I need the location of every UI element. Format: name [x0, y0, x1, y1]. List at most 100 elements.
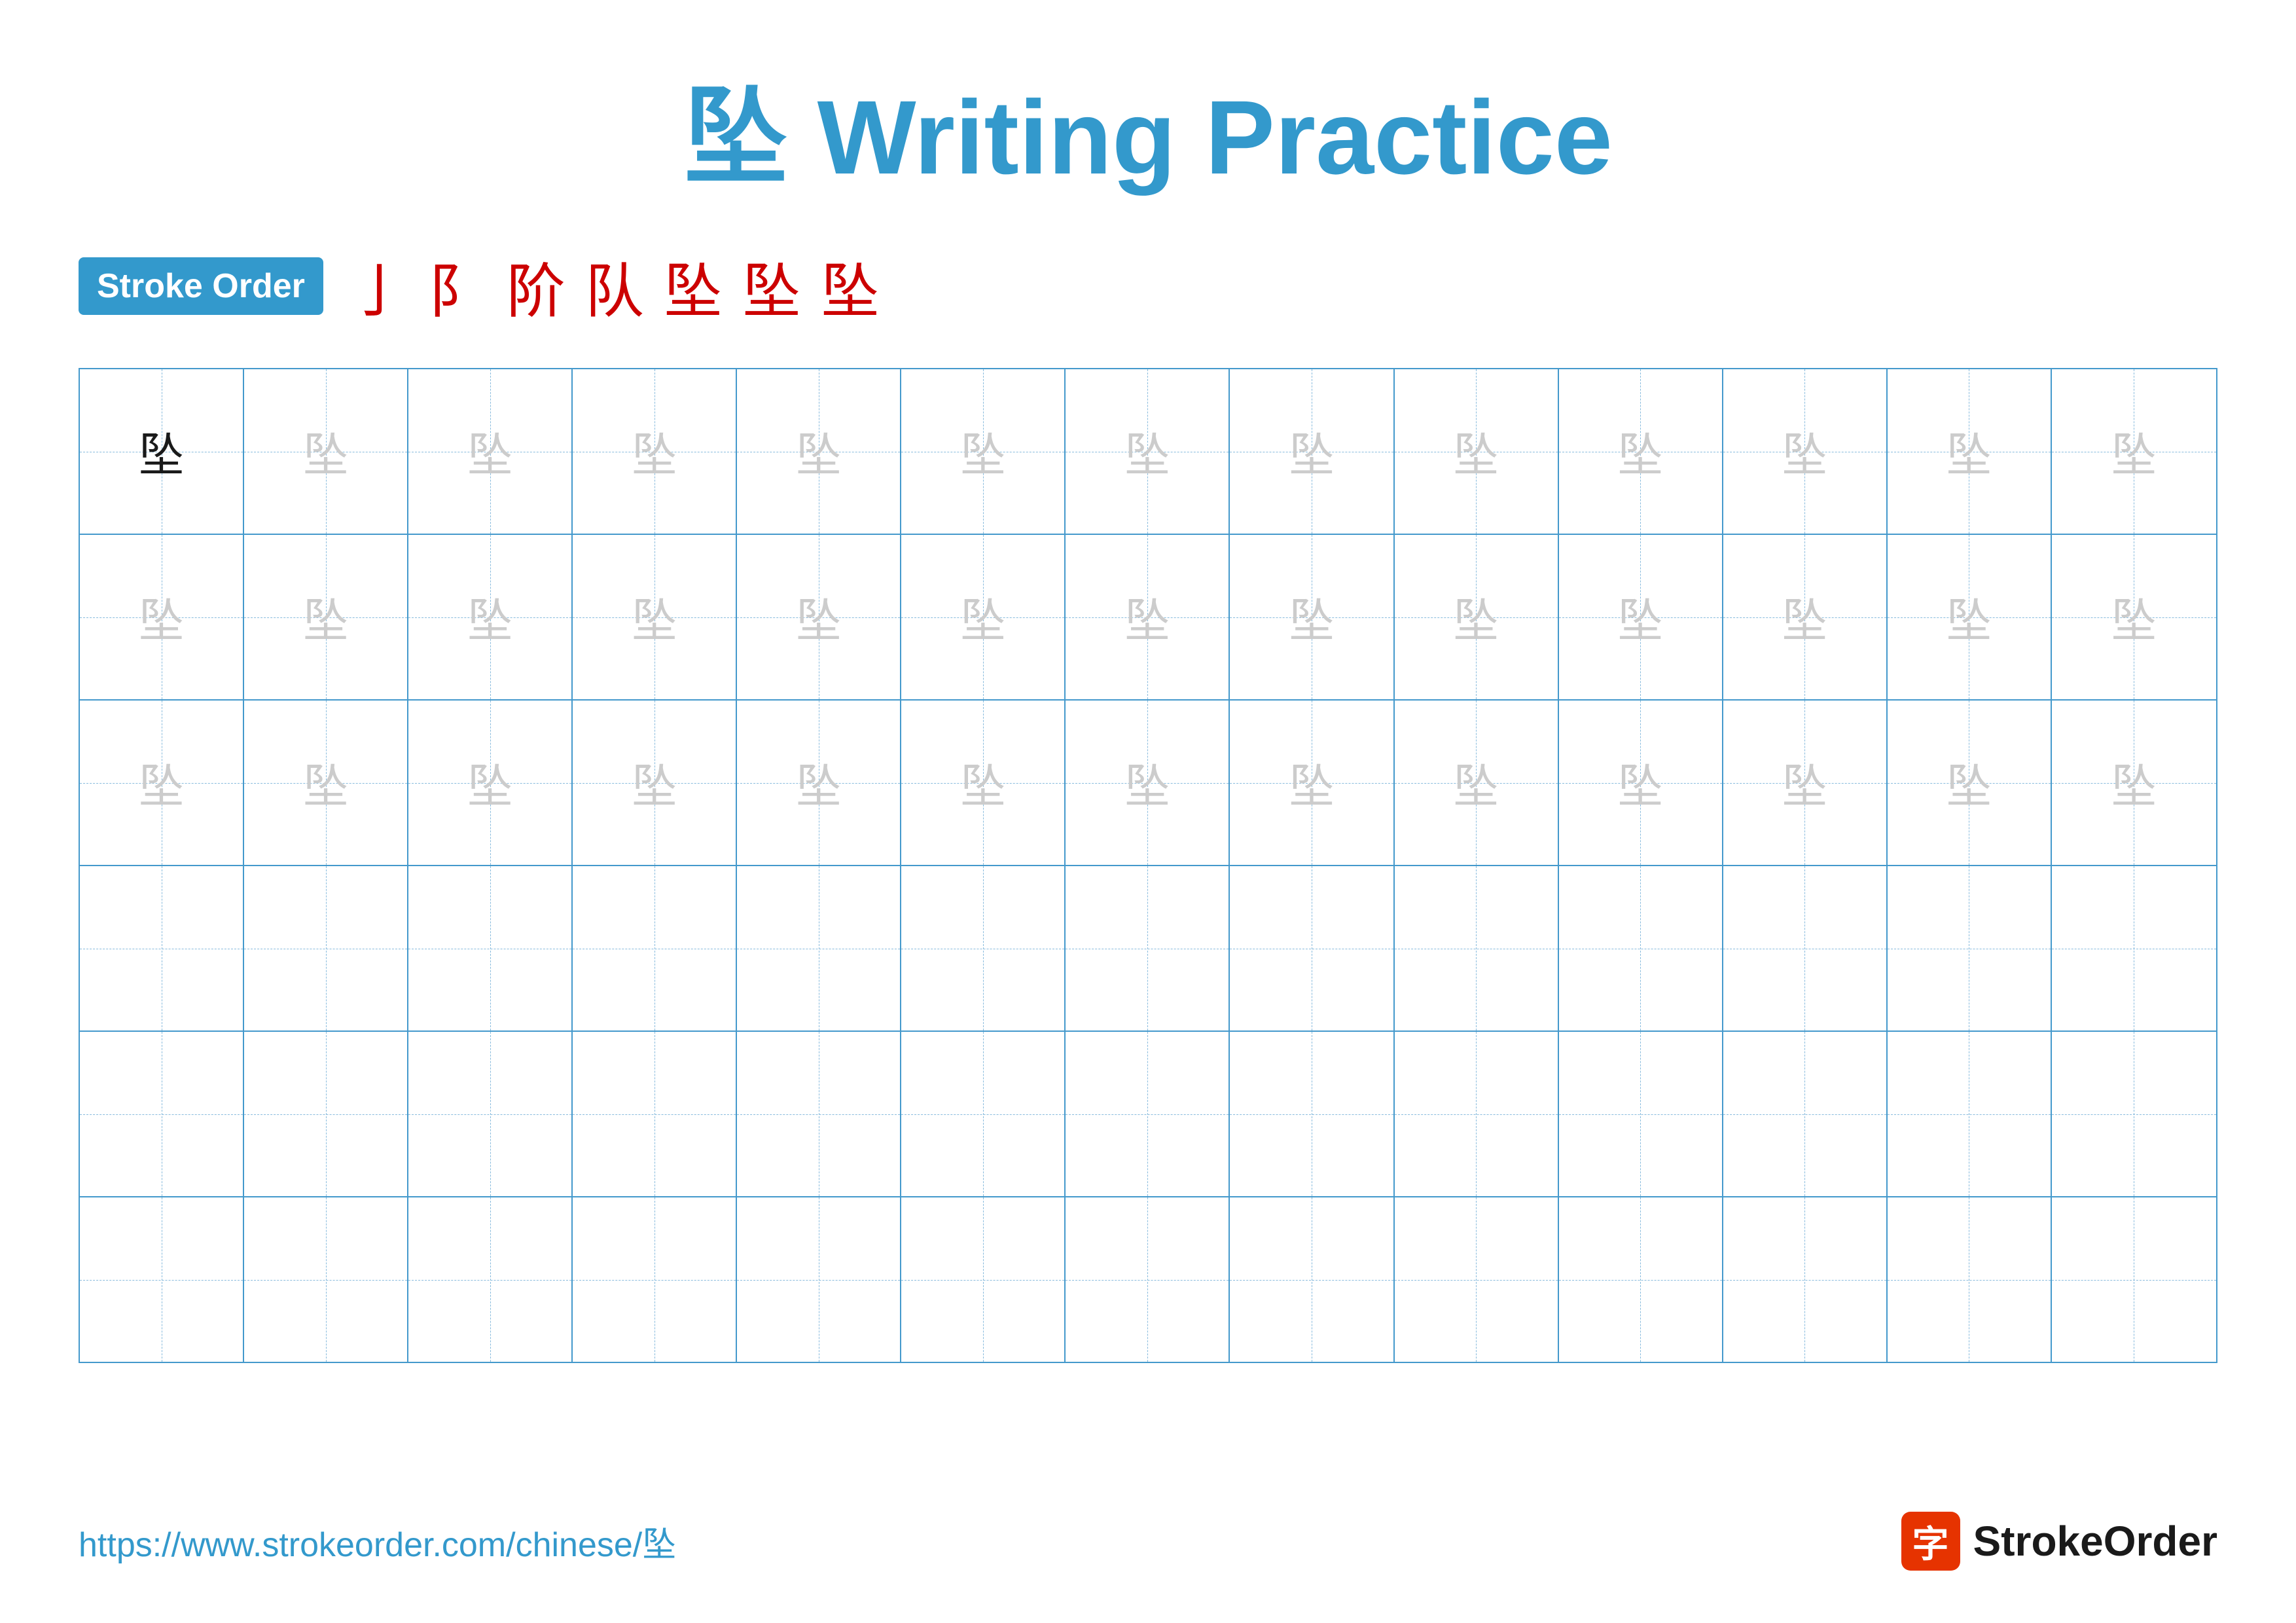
grid-cell-2-9[interactable]: 坠: [1395, 535, 1559, 699]
grid-cell-6-4[interactable]: [573, 1197, 737, 1362]
grid-cell-5-10[interactable]: [1559, 1032, 1723, 1196]
cell-char: 坠: [632, 418, 677, 484]
grid-cell-4-11[interactable]: [1723, 866, 1888, 1030]
grid-cell-2-3[interactable]: 坠: [408, 535, 573, 699]
grid-cell-1-2[interactable]: 坠: [244, 369, 408, 534]
grid-cell-1-13[interactable]: 坠: [2052, 369, 2216, 534]
grid-cell-3-11[interactable]: 坠: [1723, 701, 1888, 865]
grid-cell-6-10[interactable]: [1559, 1197, 1723, 1362]
grid-cell-2-2[interactable]: 坠: [244, 535, 408, 699]
grid-cell-5-11[interactable]: [1723, 1032, 1888, 1196]
title-text: Writing Practice: [788, 79, 1613, 196]
grid-cell-5-12[interactable]: [1888, 1032, 2052, 1196]
grid-cell-5-5[interactable]: [737, 1032, 901, 1196]
footer-logo-name: StrokeOrder: [1973, 1517, 2217, 1565]
grid-cell-1-5[interactable]: 坠: [737, 369, 901, 534]
grid-cell-3-3[interactable]: 坠: [408, 701, 573, 865]
grid-cell-1-8[interactable]: 坠: [1230, 369, 1394, 534]
grid-cell-4-6[interactable]: [901, 866, 1066, 1030]
grid-cell-1-11[interactable]: 坠: [1723, 369, 1888, 534]
grid-cell-5-9[interactable]: [1395, 1032, 1559, 1196]
grid-cell-5-4[interactable]: [573, 1032, 737, 1196]
grid-cell-3-1[interactable]: 坠: [80, 701, 244, 865]
grid-cell-4-2[interactable]: [244, 866, 408, 1030]
stroke-step-7: 坠: [821, 244, 880, 329]
grid-cell-4-3[interactable]: [408, 866, 573, 1030]
grid-cell-1-10[interactable]: 坠: [1559, 369, 1723, 534]
grid-cell-6-6[interactable]: [901, 1197, 1066, 1362]
grid-cell-5-7[interactable]: [1066, 1032, 1230, 1196]
grid-cell-2-5[interactable]: 坠: [737, 535, 901, 699]
cell-char: 坠: [1453, 584, 1499, 650]
grid-cell-4-5[interactable]: [737, 866, 901, 1030]
stroke-order-row: Stroke Order 亅 阝 阶 队 坠 坠 坠: [79, 244, 2217, 329]
grid-cell-2-1[interactable]: 坠: [80, 535, 244, 699]
grid-cell-3-12[interactable]: 坠: [1888, 701, 2052, 865]
grid-cell-3-10[interactable]: 坠: [1559, 701, 1723, 865]
cell-char: 坠: [1946, 418, 1992, 484]
grid-cell-1-6[interactable]: 坠: [901, 369, 1066, 534]
cell-char: 坠: [2111, 418, 2157, 484]
grid-cell-4-1[interactable]: [80, 866, 244, 1030]
grid-cell-1-1[interactable]: 坠: [80, 369, 244, 534]
grid-cell-3-8[interactable]: 坠: [1230, 701, 1394, 865]
grid-cell-1-12[interactable]: 坠: [1888, 369, 2052, 534]
strokeorder-logo-icon: 字: [1901, 1512, 1960, 1571]
title-area: 坠 Writing Practice: [79, 52, 2217, 204]
grid-cell-6-3[interactable]: [408, 1197, 573, 1362]
grid-cell-1-3[interactable]: 坠: [408, 369, 573, 534]
grid-cell-5-8[interactable]: [1230, 1032, 1394, 1196]
grid-cell-3-2[interactable]: 坠: [244, 701, 408, 865]
grid-row-3: 坠 坠 坠 坠 坠 坠 坠 坠 坠 坠 坠 坠 坠: [80, 701, 2216, 866]
grid-cell-5-6[interactable]: [901, 1032, 1066, 1196]
grid-cell-3-9[interactable]: 坠: [1395, 701, 1559, 865]
grid-cell-3-13[interactable]: 坠: [2052, 701, 2216, 865]
grid-cell-2-4[interactable]: 坠: [573, 535, 737, 699]
grid-cell-2-8[interactable]: 坠: [1230, 535, 1394, 699]
grid-cell-2-12[interactable]: 坠: [1888, 535, 2052, 699]
cell-char: 坠: [139, 584, 185, 650]
grid-cell-4-13[interactable]: [2052, 866, 2216, 1030]
cell-char: 坠: [2111, 750, 2157, 816]
grid-cell-6-1[interactable]: [80, 1197, 244, 1362]
cell-char: 坠: [1617, 750, 1663, 816]
grid-cell-3-7[interactable]: 坠: [1066, 701, 1230, 865]
stroke-step-6: 坠: [742, 244, 801, 329]
grid-cell-2-10[interactable]: 坠: [1559, 535, 1723, 699]
grid-cell-3-4[interactable]: 坠: [573, 701, 737, 865]
grid-cell-6-13[interactable]: [2052, 1197, 2216, 1362]
grid-cell-6-7[interactable]: [1066, 1197, 1230, 1362]
grid-cell-4-8[interactable]: [1230, 866, 1394, 1030]
footer-url[interactable]: https://www.strokeorder.com/chinese/坠: [79, 1517, 676, 1566]
cell-char: 坠: [796, 584, 842, 650]
grid-cell-2-13[interactable]: 坠: [2052, 535, 2216, 699]
grid-cell-3-5[interactable]: 坠: [737, 701, 901, 865]
grid-cell-6-12[interactable]: [1888, 1197, 2052, 1362]
cell-char: 坠: [303, 750, 349, 816]
grid-cell-4-10[interactable]: [1559, 866, 1723, 1030]
grid-cell-6-8[interactable]: [1230, 1197, 1394, 1362]
grid-cell-1-7[interactable]: 坠: [1066, 369, 1230, 534]
cell-char: 坠: [632, 584, 677, 650]
grid-cell-2-7[interactable]: 坠: [1066, 535, 1230, 699]
grid-cell-4-4[interactable]: [573, 866, 737, 1030]
grid-cell-6-5[interactable]: [737, 1197, 901, 1362]
grid-cell-1-9[interactable]: 坠: [1395, 369, 1559, 534]
grid-cell-6-9[interactable]: [1395, 1197, 1559, 1362]
grid-cell-5-1[interactable]: [80, 1032, 244, 1196]
grid-cell-2-11[interactable]: 坠: [1723, 535, 1888, 699]
grid-cell-5-2[interactable]: [244, 1032, 408, 1196]
grid-cell-4-9[interactable]: [1395, 866, 1559, 1030]
grid-cell-5-3[interactable]: [408, 1032, 573, 1196]
grid-cell-2-6[interactable]: 坠: [901, 535, 1066, 699]
grid-cell-6-11[interactable]: [1723, 1197, 1888, 1362]
grid-cell-3-6[interactable]: 坠: [901, 701, 1066, 865]
grid-row-4: [80, 866, 2216, 1032]
grid-cell-4-7[interactable]: [1066, 866, 1230, 1030]
grid-cell-5-13[interactable]: [2052, 1032, 2216, 1196]
grid-cell-1-4[interactable]: 坠: [573, 369, 737, 534]
grid-cell-6-2[interactable]: [244, 1197, 408, 1362]
stroke-step-3: 阶: [507, 244, 565, 329]
stroke-sequence: 亅 阝 阶 队 坠 坠 坠: [350, 244, 880, 329]
grid-cell-4-12[interactable]: [1888, 866, 2052, 1030]
